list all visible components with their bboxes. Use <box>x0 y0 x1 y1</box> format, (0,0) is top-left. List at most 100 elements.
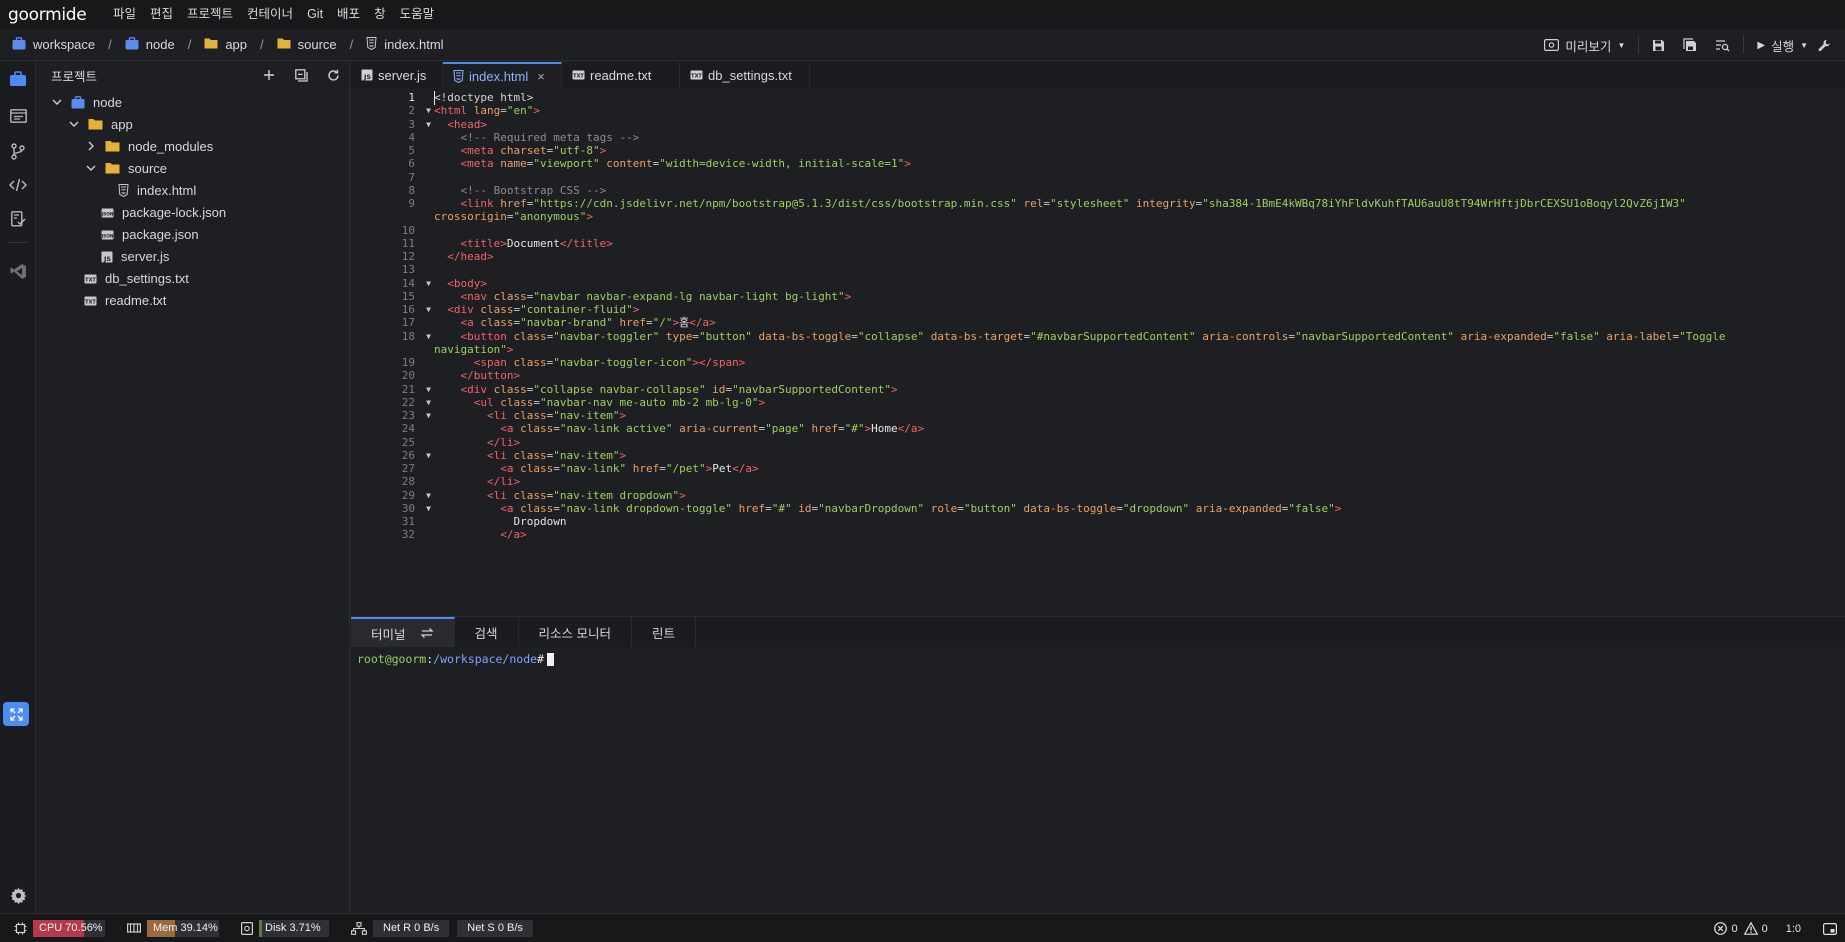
warnings-indicator[interactable]: 0 <box>1743 919 1768 939</box>
menu-window[interactable]: 창 <box>367 0 393 29</box>
code-token: content <box>599 157 653 171</box>
code-token: > <box>599 144 607 157</box>
code-token: <a <box>500 422 514 436</box>
tree-item-server-js[interactable]: JS server.js <box>37 246 349 268</box>
collapse-all-icon[interactable] <box>285 62 317 88</box>
code-token: </a> <box>500 528 527 542</box>
tab-resource-monitor[interactable]: 리소스 모니터 <box>519 617 633 647</box>
swap-arrows-icon[interactable] <box>419 627 434 639</box>
vscode-icon[interactable] <box>0 256 36 286</box>
disk-meter[interactable]: Disk 3.71% <box>259 918 329 938</box>
chevron-down-icon[interactable] <box>68 121 80 128</box>
tree-item-app[interactable]: app <box>37 113 349 135</box>
warning-count: 0 <box>1761 922 1768 935</box>
js-file-icon: JS <box>361 69 373 81</box>
tab-server-js[interactable]: JS server.js <box>351 62 443 88</box>
tree-item-source[interactable]: source <box>37 157 349 179</box>
code-token: class <box>506 448 547 462</box>
panel-tabs: 터미널 검색 리소스 모니터 린트 <box>351 617 1845 647</box>
git-branch-icon[interactable] <box>0 136 36 166</box>
code-token: data-bs-toggle <box>751 329 852 343</box>
memory-label: Mem 39.14% <box>153 922 218 934</box>
save-all-button[interactable] <box>1674 29 1706 61</box>
breadcrumb-separator: / <box>349 37 354 52</box>
code-token: aria-label <box>1599 329 1673 343</box>
menu-edit[interactable]: 편집 <box>143 0 180 29</box>
code-icon[interactable] <box>0 170 36 200</box>
settings-gear-icon[interactable] <box>0 880 36 910</box>
wrench-icon[interactable] <box>1818 39 1831 52</box>
window-panel-icon[interactable] <box>0 101 36 131</box>
chevron-right-icon[interactable] <box>85 141 97 151</box>
menu-deploy[interactable]: 배포 <box>330 0 367 29</box>
refresh-icon[interactable] <box>317 62 349 88</box>
tab-readme-txt[interactable]: TXT readme.txt <box>562 62 680 88</box>
tree-item-package-lock-json[interactable]: JSON package-lock.json <box>37 202 349 224</box>
run-button[interactable]: ▶ 실행 ▼ <box>1748 29 1845 61</box>
svg-text:JS: JS <box>103 255 111 263</box>
breadcrumb-workspace[interactable]: workspace <box>12 36 95 53</box>
tab-db-settings-txt[interactable]: TXT db_settings.txt <box>680 62 810 88</box>
tree-item-readme-txt[interactable]: TXT readme.txt <box>37 290 349 312</box>
cpu-meter[interactable]: CPU 70.56% <box>33 918 105 938</box>
code-token: class <box>506 409 547 422</box>
close-tab-icon[interactable]: × <box>537 69 545 84</box>
breadcrumb-file[interactable]: index.html <box>366 36 444 53</box>
tree-item-index-html[interactable]: index.html <box>37 179 349 201</box>
code-line[interactable]: 32 </a> <box>351 527 1845 543</box>
code-editor[interactable]: 1 <!doctype html> 2 ▼ <html lang="en"> 3 ▼ <he… <box>351 88 1845 616</box>
breadcrumb-node[interactable]: node <box>125 36 175 53</box>
terminal[interactable]: root@goorm:/workspace/node# <box>357 651 554 667</box>
save-button[interactable] <box>1643 29 1674 61</box>
memory-meter[interactable]: Mem 39.14% <box>147 918 219 938</box>
fold-gutter <box>415 527 432 543</box>
code-token: href <box>493 197 527 210</box>
code-token: </head> <box>447 250 494 263</box>
breadcrumb-source[interactable]: source <box>277 37 337 52</box>
chevron-down-icon[interactable] <box>51 99 63 106</box>
fullscreen-toggle-icon[interactable] <box>3 702 29 726</box>
notification-icon[interactable] <box>1823 919 1837 939</box>
test-checklist-icon[interactable] <box>0 204 36 234</box>
menu-project[interactable]: 프로젝트 <box>180 0 240 29</box>
tab-search[interactable]: 검색 <box>455 617 519 647</box>
code-token: > <box>844 289 852 303</box>
goormide-logo[interactable]: goormide <box>0 5 106 25</box>
menu-container[interactable]: 컨테이너 <box>240 0 300 29</box>
tab-lint[interactable]: 린트 <box>632 617 697 647</box>
cursor-position[interactable]: 1:0 <box>1786 919 1801 939</box>
breadcrumb-app[interactable]: app <box>204 37 247 52</box>
tree-item-package-json[interactable]: JSON package.json <box>37 224 349 246</box>
tree-item-db-settings-txt[interactable]: TXT db_settings.txt <box>37 268 349 290</box>
menu-git[interactable]: Git <box>300 0 330 29</box>
net-send[interactable]: Net S 0 B/s <box>457 918 533 938</box>
new-file-icon[interactable] <box>253 62 285 88</box>
code-token: </a> <box>732 462 759 475</box>
preview-button[interactable]: 미리보기 ▼ <box>1535 29 1634 61</box>
code-token: "width=device-width, initial-scale=1" <box>659 157 905 171</box>
briefcase-icon <box>125 36 139 53</box>
code-token: "navbar-toggler" <box>553 329 660 343</box>
code-token: Document <box>506 236 560 250</box>
search-files-button[interactable] <box>1706 29 1739 61</box>
chevron-down-icon[interactable] <box>85 165 97 172</box>
errors-indicator[interactable]: 0 <box>1714 919 1738 939</box>
menu-help[interactable]: 도움말 <box>393 0 442 29</box>
tree-item-node-modules[interactable]: node_modules <box>37 135 349 157</box>
code-token: charset <box>493 144 547 157</box>
code-token: rel <box>1016 197 1044 210</box>
project-explorer-icon[interactable] <box>0 64 36 94</box>
net-receive[interactable]: Net R 0 B/s <box>373 918 450 938</box>
svg-text:TXT: TXT <box>691 74 702 80</box>
tab-index-html[interactable]: index.html × <box>443 62 562 88</box>
tree-item-node[interactable]: node <box>37 91 349 113</box>
code-token: "stylesheet" <box>1049 197 1130 210</box>
menu-file[interactable]: 파일 <box>106 0 143 29</box>
tab-terminal[interactable]: 터미널 <box>351 617 455 647</box>
